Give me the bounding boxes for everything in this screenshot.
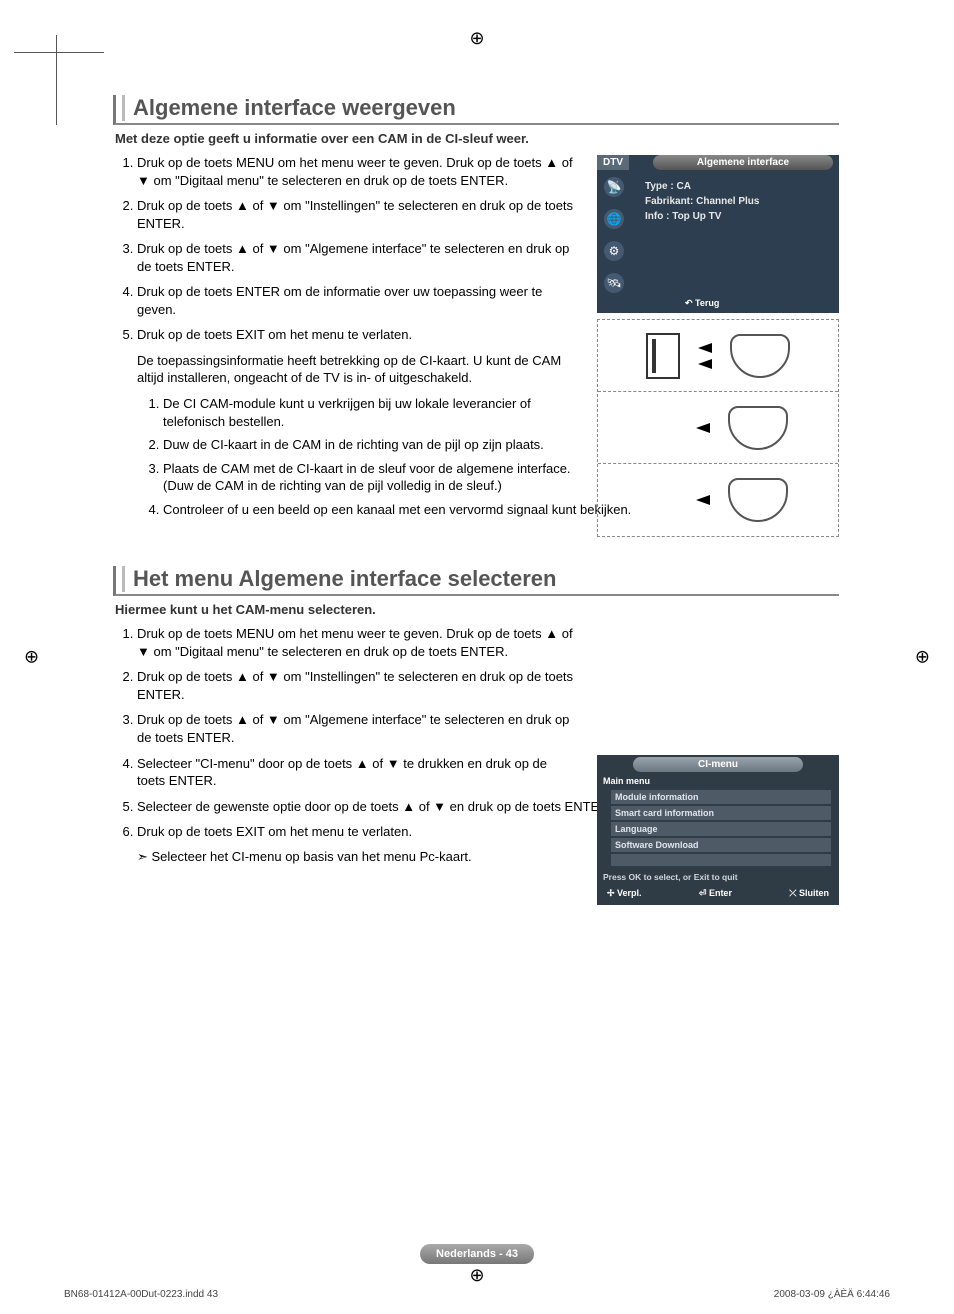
- tv-osd-screenshot-1: DTV Algemene interface 📡 🌐 ⚙ 🛰 Type : CA…: [597, 155, 839, 313]
- illustration-row: [598, 464, 838, 536]
- step-item: Druk op de toets ▲ of ▼ om "Algemene int…: [137, 240, 575, 275]
- osd-nav-enter: ⏎ Enter: [699, 888, 732, 899]
- section-1-steps: Druk op de toets MENU om het menu weer t…: [115, 154, 575, 518]
- step-item: Druk op de toets EXIT om het menu te ver…: [137, 326, 575, 518]
- page-number-pill: Nederlands - 43: [420, 1244, 534, 1264]
- osd-info-line: Info : Top Up TV: [645, 209, 759, 224]
- osd-tab: DTV: [597, 155, 629, 170]
- osd-menu-item: Software Download: [611, 838, 831, 852]
- osd-menu-item: Language: [611, 822, 831, 836]
- gear-icon: ⚙: [604, 241, 624, 261]
- arrow-left-icon: [696, 495, 710, 505]
- osd-info-line: Type : CA: [645, 179, 759, 194]
- osd-main-label: Main menu: [597, 774, 839, 788]
- step-item: Selecteer "CI-menu" door op de toets ▲ o…: [137, 755, 575, 790]
- step-item: Druk op de toets MENU om het menu weer t…: [137, 154, 575, 189]
- osd-info-line: Fabrikant: Channel Plus: [645, 194, 759, 209]
- card-slot-icon: [646, 333, 680, 379]
- step-text: Druk op de toets EXIT om het menu te ver…: [137, 327, 412, 342]
- arrow-left-icon: [698, 359, 712, 369]
- osd-title: CI-menu: [633, 757, 802, 772]
- crop-mark-icon: ⊕: [915, 647, 930, 668]
- osd-menu-item-blank: [611, 854, 831, 866]
- hand-card-icon: [730, 334, 790, 378]
- osd-nav-label: Enter: [709, 888, 732, 898]
- osd-menu-item: Module information: [611, 790, 831, 804]
- arrow-left-icon: [698, 343, 712, 353]
- crop-hairline: [14, 52, 104, 53]
- section-1-heading: Algemene interface weergeven: [133, 95, 839, 121]
- tv-osd-screenshot-2: CI-menu Main menu Module information Sma…: [597, 755, 839, 905]
- hand-card-icon: [728, 478, 788, 522]
- osd-navbar: ✢ Verpl. ⏎ Enter ⤫ Sluiten: [597, 884, 839, 903]
- hand-card-icon: [728, 406, 788, 450]
- crop-mark-icon: ⊕: [469, 28, 484, 49]
- illustration-row: [598, 320, 838, 392]
- substep-item: Duw de CI-kaart in de CAM in de richting…: [163, 436, 575, 454]
- osd-info-block: Type : CA Fabrikant: Channel Plus Info :…: [645, 179, 759, 224]
- osd-hint: Press OK to select, or Exit to quit: [597, 868, 839, 884]
- osd-back-label: Terug: [695, 298, 719, 308]
- osd-nav-exit: ⤫ Sluiten: [789, 888, 829, 899]
- crop-mark-icon: ⊕: [469, 1265, 484, 1286]
- globe-icon: 🌐: [604, 209, 624, 229]
- section-2-heading: Het menu Algemene interface selecteren: [133, 566, 839, 592]
- osd-back-hint: ↶ Terug: [685, 298, 719, 309]
- step-item: Druk op de toets MENU om het menu weer t…: [137, 625, 575, 660]
- substep-item: De CI CAM-module kunt u verkrijgen bij u…: [163, 395, 575, 430]
- imprint-left: BN68-01412A-00Dut-0223.indd 43: [64, 1289, 218, 1300]
- section-heading-bar: Algemene interface weergeven: [113, 95, 839, 125]
- osd-menu-item: Smart card information: [611, 806, 831, 820]
- section-2-steps: Druk op de toets MENU om het menu weer t…: [115, 625, 575, 840]
- osd-icon-column: 📡 🌐 ⚙ 🛰: [601, 177, 627, 293]
- antenna-icon: 📡: [604, 177, 624, 197]
- section-2-lead: Hiermee kunt u het CAM-menu selecteren.: [115, 602, 565, 617]
- section-heading-bar: Het menu Algemene interface selecteren: [113, 566, 839, 596]
- osd-nav-label: Sluiten: [799, 888, 829, 898]
- step-item: Druk op de toets ▲ of ▼ om "Instellingen…: [137, 197, 575, 232]
- substep-item: Plaats de CAM met de CI-kaart in de sleu…: [163, 460, 575, 495]
- satellite-icon: 🛰: [604, 273, 624, 293]
- section-1-lead: Met deze optie geeft u informatie over e…: [115, 131, 565, 146]
- step-tail-paragraph: De toepassingsinformatie heeft betrekkin…: [137, 352, 575, 387]
- illustration-row: [598, 392, 838, 464]
- osd-nav-label: Verpl.: [617, 888, 642, 898]
- step-item: Druk op de toets ENTER om de informatie …: [137, 283, 575, 318]
- crop-hairline: [56, 35, 57, 125]
- step-item: Druk op de toets ▲ of ▼ om "Algemene int…: [137, 711, 575, 746]
- osd-title: Algemene interface: [653, 155, 833, 170]
- imprint-right: 2008-03-09 ¿ÀÈÄ 6:44:46: [774, 1289, 890, 1300]
- crop-mark-icon: ⊕: [24, 647, 39, 668]
- osd-nav-move: ✢ Verpl.: [607, 888, 642, 899]
- arrow-left-icon: [696, 423, 710, 433]
- step-item: Druk op de toets ▲ of ▼ om "Instellingen…: [137, 668, 575, 703]
- ci-card-illustration: [597, 319, 839, 537]
- section-1-substeps: De CI CAM-module kunt u verkrijgen bij u…: [137, 395, 575, 518]
